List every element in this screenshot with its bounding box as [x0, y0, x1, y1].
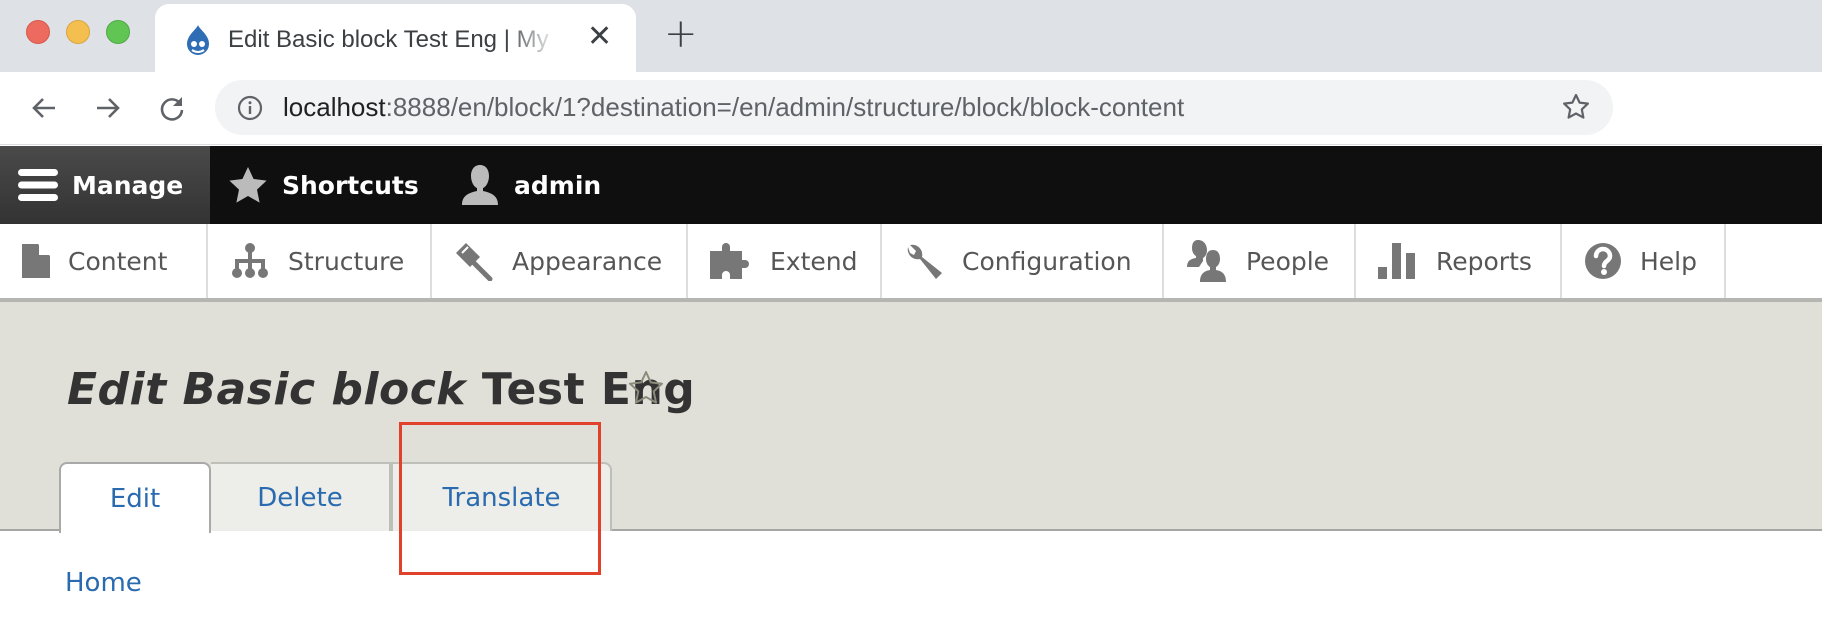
page-header: Edit Basic block Test Eng Edit Delete Tr…: [0, 302, 1822, 533]
tab-delete[interactable]: Delete: [211, 462, 391, 531]
page-title-type: Edit Basic block: [67, 364, 467, 415]
window-minimize-button[interactable]: [66, 20, 90, 44]
people-icon: [1187, 240, 1226, 282]
breadcrumb-home[interactable]: Home: [65, 568, 142, 598]
admin-menu-tray: Content Structure Appearance Extend Conf…: [0, 224, 1822, 302]
toolbar-shortcuts[interactable]: Shortcuts: [228, 146, 419, 224]
tray-item-label: Extend: [770, 246, 858, 276]
shortcut-star-icon[interactable]: [626, 369, 666, 409]
bar-chart-icon: [1378, 243, 1415, 279]
puzzle-icon: [710, 243, 749, 279]
tray-item-people[interactable]: People: [1164, 224, 1356, 298]
star-outline-icon[interactable]: [1561, 92, 1591, 122]
info-icon[interactable]: [237, 95, 263, 121]
tray-item-label: Structure: [288, 246, 405, 276]
tab-label: Delete: [257, 482, 343, 513]
tab-edit[interactable]: Edit: [59, 462, 211, 533]
url-host: localhost: [283, 92, 386, 122]
browser-toolbar: localhost:8888/en/block/1?destination=/e…: [0, 72, 1822, 145]
tray-item-label: Help: [1640, 246, 1697, 276]
tab-label: Edit: [109, 483, 161, 514]
close-icon[interactable]: ✕: [587, 22, 612, 52]
paintbrush-icon: [456, 243, 493, 281]
user-icon: [462, 165, 498, 205]
forward-button[interactable]: [86, 86, 130, 130]
tray-item-reports[interactable]: Reports: [1356, 224, 1562, 298]
admin-toolbar: Manage Shortcuts admin: [0, 146, 1822, 224]
browser-tab-title: Edit Basic block Test Eng | My Site: [228, 26, 558, 53]
tray-item-appearance[interactable]: Appearance: [432, 224, 688, 298]
page-title: Edit Basic block Test Eng: [67, 364, 695, 415]
window-maximize-button[interactable]: [106, 20, 130, 44]
browser-tab[interactable]: Edit Basic block Test Eng | My Site ✕: [155, 4, 636, 72]
toolbar-shortcuts-label: Shortcuts: [282, 170, 419, 200]
arrow-right-icon: [97, 98, 120, 118]
star-icon: [229, 167, 267, 203]
toolbar-user-label: admin: [514, 170, 602, 200]
tray-item-help[interactable]: Help: [1562, 224, 1726, 298]
window-close-button[interactable]: [26, 20, 50, 44]
tray-item-extend[interactable]: Extend: [688, 224, 882, 298]
toolbar-manage-label: Manage: [72, 170, 184, 200]
url-path: :8888/en/block/1?destination=/en/admin/s…: [385, 92, 1185, 122]
hamburger-icon: [18, 169, 58, 201]
tray-item-label: Content: [68, 246, 168, 276]
drupal-drop-icon: [187, 25, 209, 55]
tray-item-label: Reports: [1436, 246, 1532, 276]
reload-icon: [160, 97, 184, 121]
address-bar[interactable]: localhost:8888/en/block/1?destination=/e…: [215, 80, 1613, 135]
toolbar-manage[interactable]: Manage: [0, 146, 210, 224]
back-button[interactable]: [22, 86, 66, 130]
tray-item-label: Configuration: [962, 246, 1132, 276]
url-text[interactable]: localhost:8888/en/block/1?destination=/e…: [283, 92, 1184, 123]
tray-item-label: Appearance: [512, 246, 663, 276]
hierarchy-icon: [232, 243, 268, 278]
browser-tab-strip: Edit Basic block Test Eng | My Site ✕ +: [0, 0, 1822, 72]
question-icon: [1585, 243, 1621, 279]
plus-icon[interactable]: +: [664, 14, 698, 54]
file-icon: [22, 244, 50, 278]
arrow-left-icon: [32, 98, 55, 118]
tray-item-structure[interactable]: Structure: [208, 224, 432, 298]
tray-item-configuration[interactable]: Configuration: [882, 224, 1164, 298]
tray-item-content[interactable]: Content: [0, 224, 208, 298]
toolbar-user[interactable]: admin: [460, 146, 601, 224]
reload-button[interactable]: [150, 86, 194, 130]
wrench-icon: [907, 244, 942, 279]
tab-label: Translate: [442, 482, 561, 513]
tray-item-label: People: [1246, 246, 1330, 276]
tab-translate[interactable]: Translate: [391, 462, 612, 531]
